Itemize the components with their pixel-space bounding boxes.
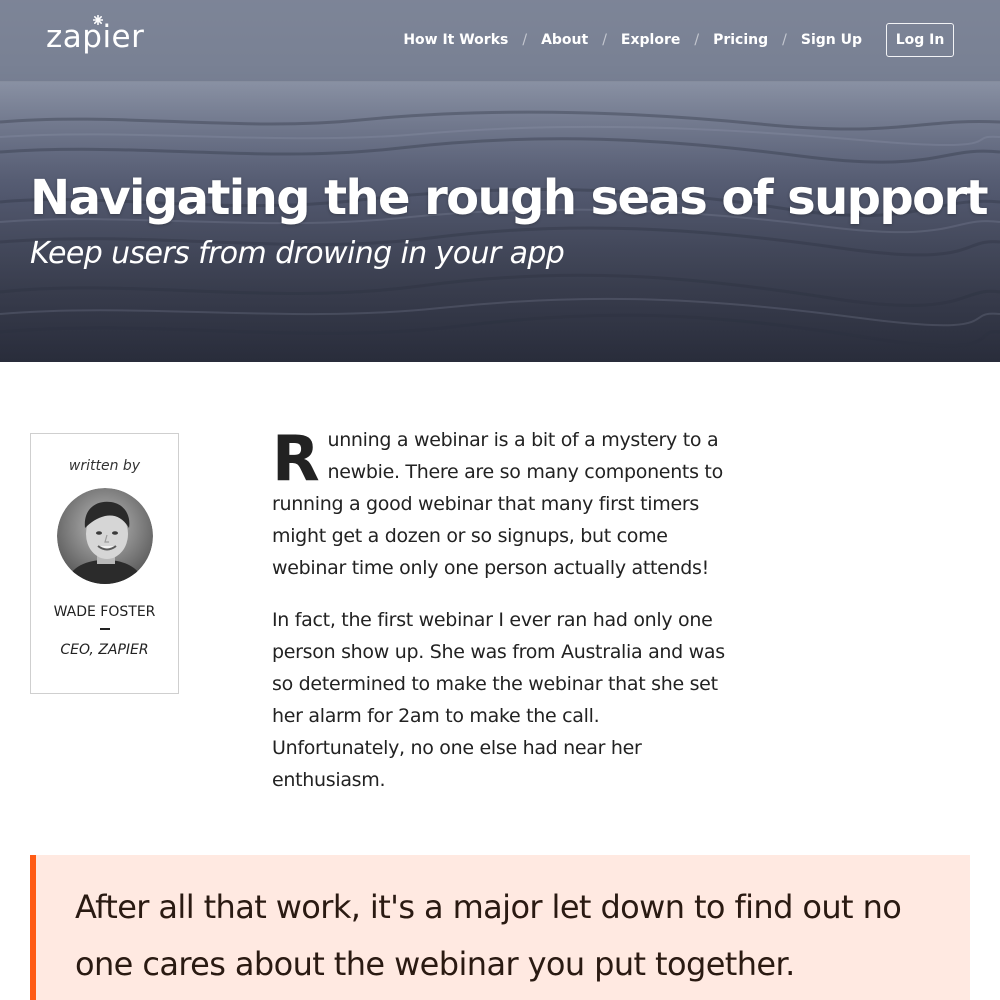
- nav-about[interactable]: About: [541, 32, 588, 48]
- written-by-label: written by: [68, 458, 141, 474]
- author-name: WADE FOSTER: [53, 604, 156, 620]
- nav-separator: /: [602, 32, 607, 48]
- author-role: CEO, ZAPIER: [60, 642, 149, 658]
- article-paragraph: In fact, the first webinar I ever ran ha…: [272, 609, 725, 791]
- zapier-logo[interactable]: zapier: [46, 22, 144, 53]
- pull-quote: After all that work, it's a major let do…: [30, 855, 970, 1000]
- nav-separator: /: [782, 32, 787, 48]
- nav-sign-up[interactable]: Sign Up: [801, 32, 862, 48]
- drop-cap: R: [272, 422, 320, 495]
- zapier-star-icon: [93, 15, 103, 25]
- nav-pricing[interactable]: Pricing: [713, 32, 768, 48]
- pull-quote-text: After all that work, it's a major let do…: [75, 888, 902, 983]
- article-paragraph: Running a webinar is a bit of a mystery …: [272, 424, 737, 584]
- nav-separator: /: [694, 32, 700, 48]
- page-subtitle: Keep users from drowing in your app: [30, 236, 565, 271]
- article-body: Running a webinar is a bit of a mystery …: [272, 424, 737, 816]
- nav-how-it-works[interactable]: How It Works: [403, 32, 508, 48]
- page-title: Navigating the rough seas of support: [30, 170, 989, 226]
- paragraph-text: unning a webinar is a bit of a mystery t…: [272, 429, 723, 579]
- main-nav: How It Works / About / Explore / Pricing…: [403, 0, 1000, 80]
- login-button[interactable]: Log In: [886, 23, 954, 57]
- top-navigation-bar: zapier How It Works / About / Explore / …: [0, 0, 1000, 82]
- hero-banner: zapier How It Works / About / Explore / …: [0, 0, 1000, 362]
- nav-separator: /: [522, 32, 528, 48]
- author-card: written by WADE FOSTER CEO, ZAPIER: [30, 433, 179, 694]
- author-photo: [56, 488, 153, 584]
- author-divider: [99, 628, 110, 630]
- nav-explore[interactable]: Explore: [621, 32, 680, 48]
